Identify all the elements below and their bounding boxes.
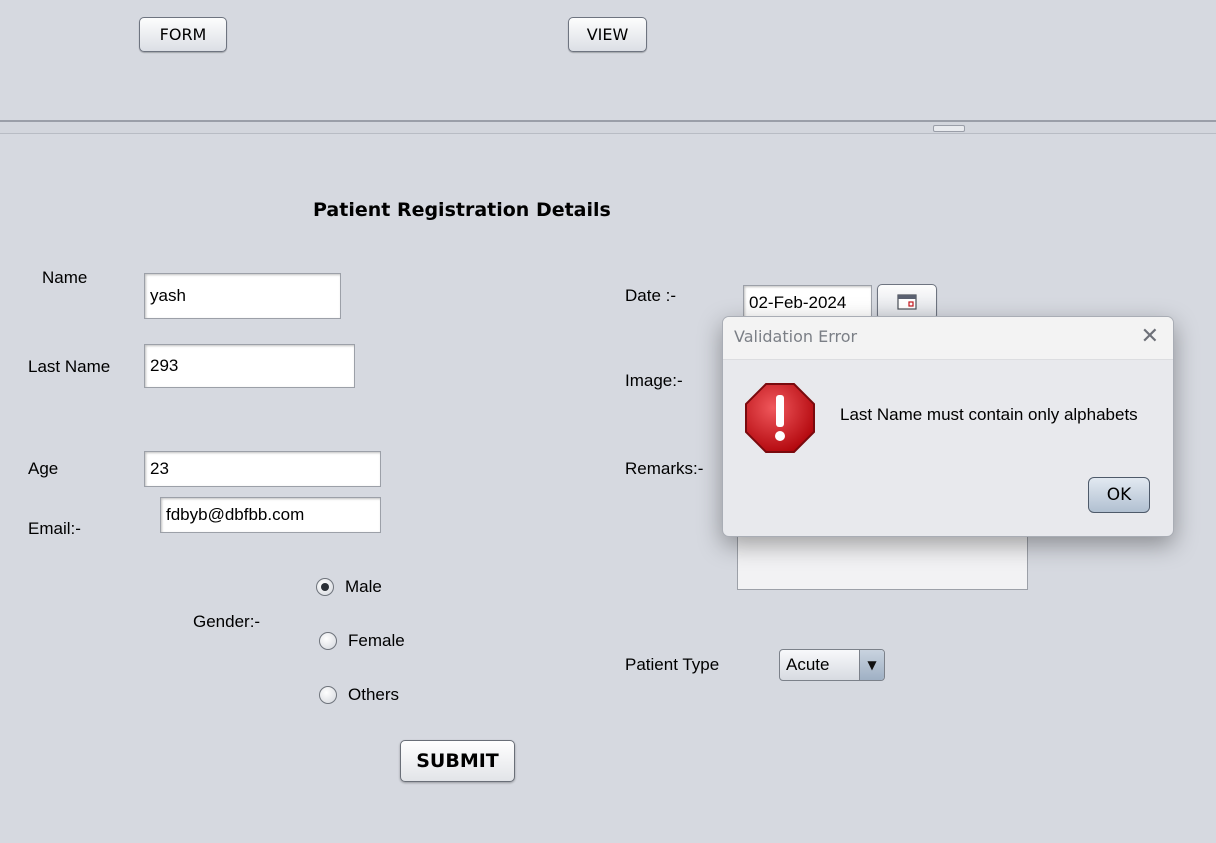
dialog-message: Last Name must contain only alphabets	[840, 405, 1138, 424]
name-input[interactable]: yash	[144, 273, 341, 319]
gender-option-female[interactable]: Female	[348, 631, 405, 651]
gender-radio-male[interactable]	[316, 578, 334, 596]
age-label: Age	[28, 459, 59, 478]
ok-button[interactable]: OK	[1088, 477, 1150, 513]
view-button[interactable]: VIEW	[568, 17, 647, 52]
remarks-label: Remarks:-	[625, 459, 704, 478]
divider-grip-handle[interactable]	[933, 125, 965, 132]
error-icon	[745, 383, 815, 453]
name-label: Name	[42, 268, 88, 287]
split-pane-divider[interactable]	[0, 120, 1216, 134]
calendar-button[interactable]	[877, 284, 937, 320]
gender-label: Gender:-	[193, 612, 261, 631]
calendar-icon	[897, 294, 917, 310]
patient-type-value: Acute	[786, 655, 830, 674]
age-input[interactable]: 23	[144, 451, 381, 487]
form-title: Patient Registration Details	[313, 199, 611, 221]
gender-radio-others[interactable]	[319, 686, 337, 704]
form-button[interactable]: FORM	[139, 17, 227, 52]
last-name-label: Last Name	[28, 357, 111, 376]
gender-radio-female[interactable]	[319, 632, 337, 650]
email-label: Email:-	[28, 519, 81, 538]
gender-option-others[interactable]: Others	[348, 685, 399, 705]
date-label: Date :-	[625, 286, 677, 305]
chevron-down-icon[interactable]: ▼	[859, 650, 884, 680]
email-input[interactable]: fdbyb@dbfbb.com	[160, 497, 381, 533]
gender-option-male[interactable]: Male	[345, 577, 382, 597]
close-icon[interactable]: ✕	[1141, 326, 1159, 348]
submit-button[interactable]: SUBMIT	[400, 740, 515, 782]
remarks-textarea[interactable]	[737, 530, 1028, 590]
patient-type-select[interactable]: Acute ▼	[779, 649, 885, 681]
dialog-title: Validation Error	[734, 327, 858, 346]
dialog-title-bar[interactable]: Validation Error ✕	[723, 317, 1173, 360]
patient-type-label: Patient Type	[625, 655, 720, 674]
image-label: Image:-	[625, 371, 683, 390]
validation-error-dialog: Validation Error ✕ Last Name must contai…	[722, 316, 1174, 537]
last-name-input[interactable]: 293	[144, 344, 355, 388]
